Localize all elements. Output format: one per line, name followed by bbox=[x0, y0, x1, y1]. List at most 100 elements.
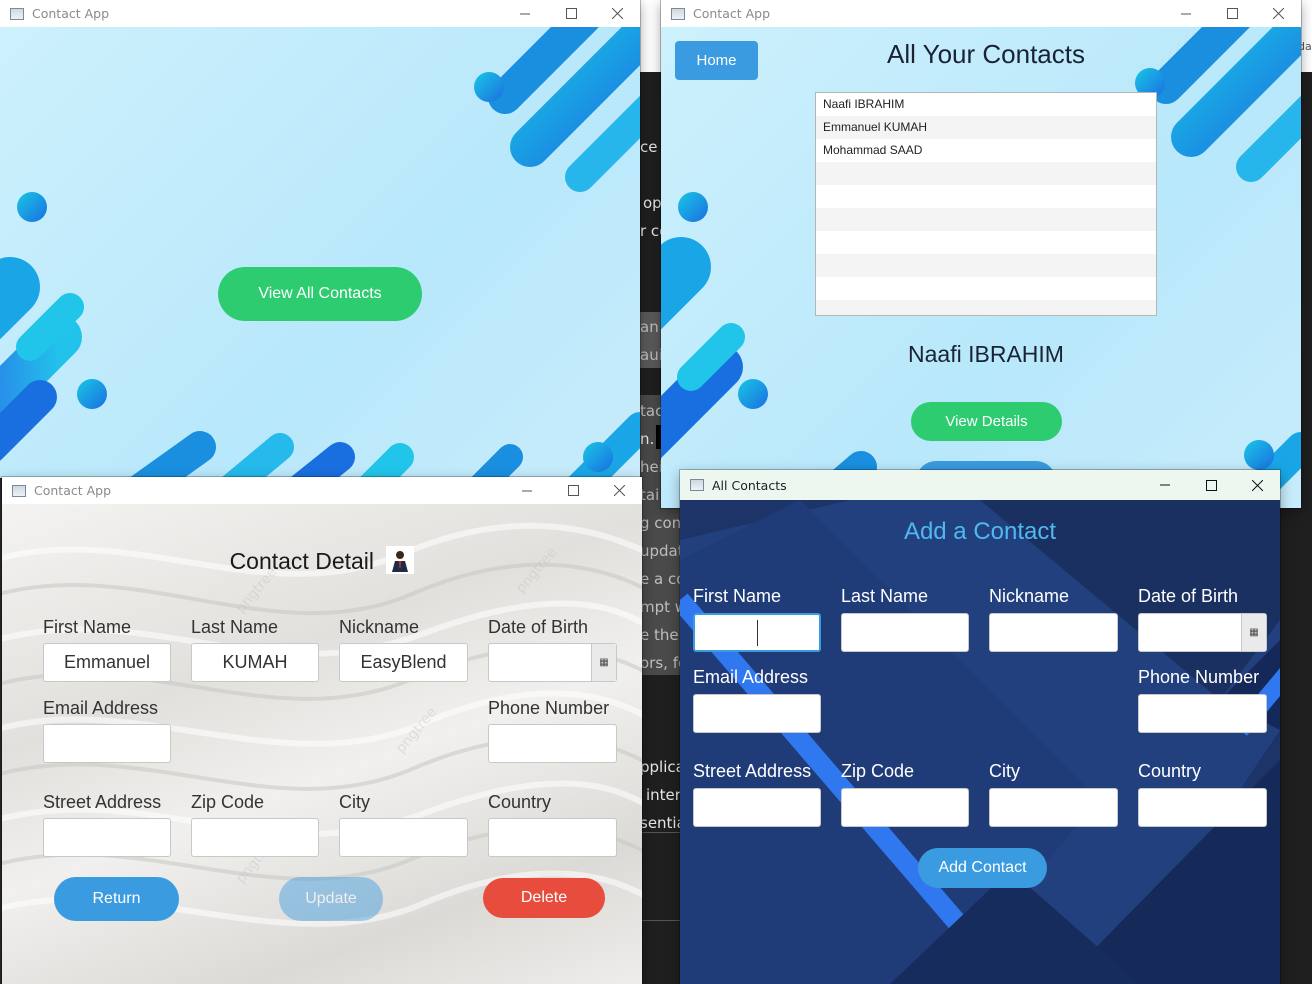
city-label: City bbox=[989, 761, 1020, 781]
close-icon[interactable] bbox=[1255, 0, 1301, 27]
view-details-button[interactable]: View Details bbox=[911, 402, 1062, 441]
phone-label: Phone Number bbox=[488, 698, 610, 718]
city-field[interactable] bbox=[339, 818, 468, 857]
last-name-label: Last Name bbox=[191, 617, 279, 637]
geometric-background bbox=[680, 500, 1280, 984]
email-field[interactable] bbox=[693, 694, 821, 733]
street-field[interactable] bbox=[43, 818, 171, 857]
first-name-label: First Name bbox=[693, 586, 782, 606]
minimize-icon[interactable] bbox=[1163, 0, 1209, 27]
phone-field[interactable] bbox=[1138, 694, 1267, 733]
bg-text: op bbox=[643, 194, 662, 212]
zip-label: Zip Code bbox=[841, 761, 915, 781]
last-name-label: Last Name bbox=[841, 586, 929, 606]
email-label: Email Address bbox=[43, 698, 159, 718]
home-titlebar[interactable]: Contact App bbox=[0, 0, 640, 27]
street-field[interactable] bbox=[693, 788, 821, 827]
bg-text: e the bbox=[640, 626, 679, 644]
email-field[interactable] bbox=[43, 724, 171, 763]
window-title: Contact App bbox=[34, 483, 112, 498]
list-item-empty bbox=[816, 300, 1156, 315]
list-titlebar[interactable]: Contact App bbox=[661, 0, 1301, 27]
app-icon bbox=[671, 7, 685, 20]
bg-text: an bbox=[640, 318, 659, 336]
list-item-empty bbox=[816, 208, 1156, 231]
maximize-icon[interactable] bbox=[1209, 0, 1255, 27]
page-title: Add a Contact bbox=[903, 518, 1057, 545]
list-item-empty bbox=[816, 231, 1156, 254]
return-button[interactable]: Return bbox=[54, 877, 179, 921]
bg-text: inter bbox=[646, 786, 681, 804]
home-window: Contact App View All Contacts bbox=[0, 0, 640, 478]
bg-text: tac bbox=[640, 402, 664, 420]
country-field[interactable] bbox=[1138, 788, 1267, 827]
bg-text: e a co bbox=[640, 570, 686, 588]
bg-text: n. bbox=[640, 430, 655, 448]
bg-text: aui bbox=[640, 346, 663, 364]
contact-list[interactable]: Naafi IBRAHIM Emmanuel KUMAH Mohammad SA… bbox=[815, 92, 1157, 316]
street-label: Street Address bbox=[693, 761, 812, 781]
list-item-empty bbox=[816, 254, 1156, 277]
list-item-empty bbox=[816, 277, 1156, 300]
first-name-label: First Name bbox=[43, 617, 132, 637]
city-label: City bbox=[339, 792, 370, 812]
zip-field[interactable] bbox=[191, 818, 319, 857]
phone-field[interactable] bbox=[488, 724, 617, 763]
nickname-field[interactable] bbox=[989, 613, 1118, 652]
page-title: All Your Contacts bbox=[886, 39, 1085, 69]
text-cursor bbox=[757, 619, 758, 646]
window-title: Contact App bbox=[693, 6, 771, 21]
page-title: Contact Detail bbox=[2, 545, 642, 577]
phone-label: Phone Number bbox=[1138, 667, 1260, 687]
nickname-label: Nickname bbox=[339, 617, 420, 637]
maximize-icon[interactable] bbox=[1188, 470, 1234, 500]
app-icon bbox=[10, 7, 24, 20]
dob-picker[interactable]: ▦ bbox=[488, 643, 617, 682]
last-name-field[interactable] bbox=[841, 613, 969, 652]
minimize-icon[interactable] bbox=[504, 477, 550, 504]
bg-text: sentia bbox=[640, 814, 686, 832]
selected-contact-name: Naafi IBRAHIM bbox=[908, 341, 1064, 367]
close-icon[interactable] bbox=[596, 477, 642, 504]
maximize-icon[interactable] bbox=[550, 477, 596, 504]
zip-field[interactable] bbox=[841, 788, 969, 827]
delete-button[interactable]: Delete bbox=[483, 878, 605, 918]
last-name-field[interactable]: KUMAH bbox=[191, 643, 319, 682]
detail-titlebar[interactable]: Contact App bbox=[2, 477, 642, 504]
minimize-icon[interactable] bbox=[502, 0, 548, 27]
app-icon bbox=[690, 479, 704, 491]
add-contact-window: All Contacts Add a Contact First Name La… bbox=[680, 470, 1280, 984]
close-icon[interactable] bbox=[1234, 470, 1280, 500]
add-titlebar[interactable]: All Contacts bbox=[680, 470, 1280, 500]
calendar-icon[interactable]: ▦ bbox=[1241, 614, 1266, 651]
update-button[interactable]: Update bbox=[279, 877, 383, 921]
nickname-label: Nickname bbox=[989, 586, 1070, 606]
zip-label: Zip Code bbox=[191, 792, 265, 812]
city-field[interactable] bbox=[989, 788, 1118, 827]
list-item-empty bbox=[816, 162, 1156, 185]
page-title-text: Contact Detail bbox=[229, 548, 375, 574]
dob-label: Date of Birth bbox=[1138, 586, 1239, 606]
bg-text: hei bbox=[640, 458, 663, 476]
add-contact-button[interactable]: Add Contact bbox=[918, 848, 1047, 888]
country-label: Country bbox=[488, 792, 552, 812]
first-name-field[interactable]: Emmanuel bbox=[43, 643, 171, 682]
maximize-icon[interactable] bbox=[548, 0, 594, 27]
country-label: Country bbox=[1138, 761, 1202, 781]
contact-list-window: Contact App Home All Your Contacts Naafi… bbox=[661, 0, 1301, 508]
home-body: View All Contacts bbox=[0, 27, 640, 478]
dob-picker[interactable]: ▦ bbox=[1138, 613, 1267, 652]
list-item[interactable]: Mohammad SAAD bbox=[816, 139, 1156, 162]
first-name-field[interactable] bbox=[693, 613, 821, 652]
detail-body: pngtree pngtree pngtree pngtree Contact … bbox=[2, 504, 642, 984]
calendar-icon[interactable]: ▦ bbox=[591, 644, 616, 681]
country-field[interactable] bbox=[488, 818, 617, 857]
minimize-icon[interactable] bbox=[1142, 470, 1188, 500]
view-all-contacts-button[interactable]: View All Contacts bbox=[218, 267, 422, 321]
list-item[interactable]: Naafi IBRAHIM bbox=[816, 93, 1156, 116]
contact-detail-window: Contact App pngtree pngtree pngtree pngt… bbox=[2, 477, 642, 984]
close-icon[interactable] bbox=[594, 0, 640, 27]
list-item-empty bbox=[816, 185, 1156, 208]
nickname-field[interactable]: EasyBlend bbox=[339, 643, 468, 682]
list-item[interactable]: Emmanuel KUMAH bbox=[816, 116, 1156, 139]
